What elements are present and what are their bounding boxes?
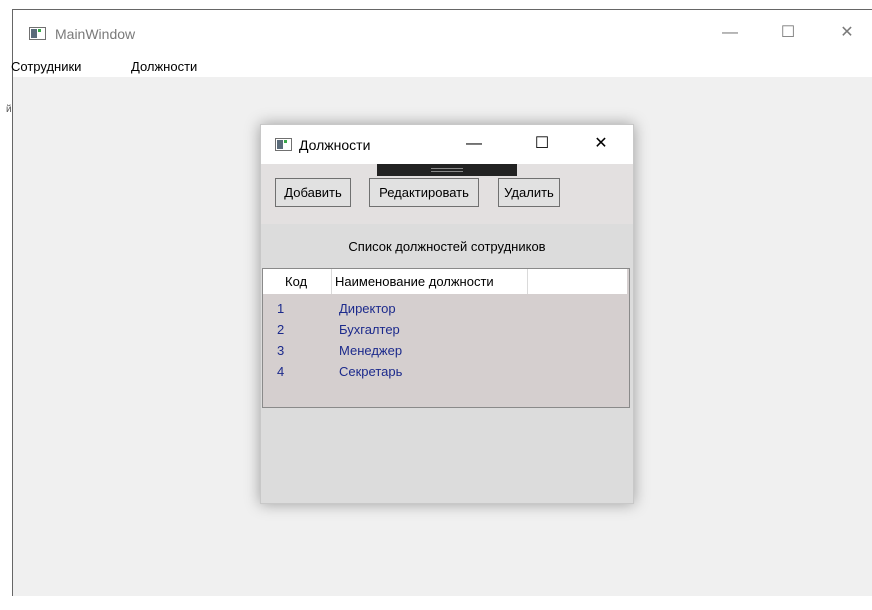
close-button[interactable]: ✕ (836, 23, 858, 43)
minimize-button[interactable]: — (719, 23, 741, 43)
edit-button[interactable]: Редактировать (369, 178, 479, 207)
cell-name: Бухгалтер (339, 322, 400, 337)
window-app-icon (29, 27, 46, 40)
cell-name: Директор (339, 301, 396, 316)
dialog-minimize-button[interactable]: — (463, 134, 485, 154)
dialog-maximize-button[interactable]: ☐ (531, 134, 553, 154)
cell-code: 3 (277, 343, 285, 358)
delete-button[interactable]: Удалить (498, 178, 560, 207)
list-caption: Список должностей сотрудников (348, 239, 546, 254)
column-header-name[interactable]: Наименование должности (335, 269, 494, 294)
cell-code: 1 (277, 301, 285, 316)
column-header-code[interactable]: Код (285, 269, 307, 294)
dialog-title: Должности (299, 137, 371, 153)
menu-positions[interactable]: Должности (131, 59, 197, 74)
table-row[interactable]: 1 Директор (263, 298, 627, 319)
dialog-titlebar[interactable]: Должности — ☐ ✕ (261, 125, 633, 164)
menu-employees[interactable]: Сотрудники (11, 59, 81, 74)
table-row[interactable]: 4 Секретарь (263, 361, 627, 382)
window-title: MainWindow (55, 26, 136, 42)
cell-code: 2 (277, 322, 285, 337)
maximize-button[interactable]: ☐ (777, 23, 799, 43)
cell-code: 4 (277, 364, 285, 379)
table-row[interactable]: 2 Бухгалтер (263, 319, 627, 340)
positions-grid[interactable]: Код Наименование должности 1 Директор 2 … (262, 268, 630, 408)
cell-name: Секретарь (339, 364, 403, 379)
menu-bar: Сотрудники Должности (11, 55, 872, 77)
main-titlebar[interactable]: MainWindow — ☐ ✕ (13, 10, 872, 55)
add-button[interactable]: Добавить (275, 178, 351, 207)
dialog-close-button[interactable]: ✕ (590, 134, 612, 154)
positions-dialog: Должности — ☐ ✕ Добавить Редактировать У… (260, 124, 634, 504)
dialog-bottom-area (261, 408, 633, 503)
table-row[interactable]: 3 Менеджер (263, 340, 627, 361)
toolbar-grip[interactable] (377, 164, 517, 176)
dialog-app-icon (275, 138, 292, 151)
side-mark: й (6, 104, 12, 115)
grid-header: Код Наименование должности (263, 269, 627, 294)
cell-name: Менеджер (339, 343, 403, 358)
